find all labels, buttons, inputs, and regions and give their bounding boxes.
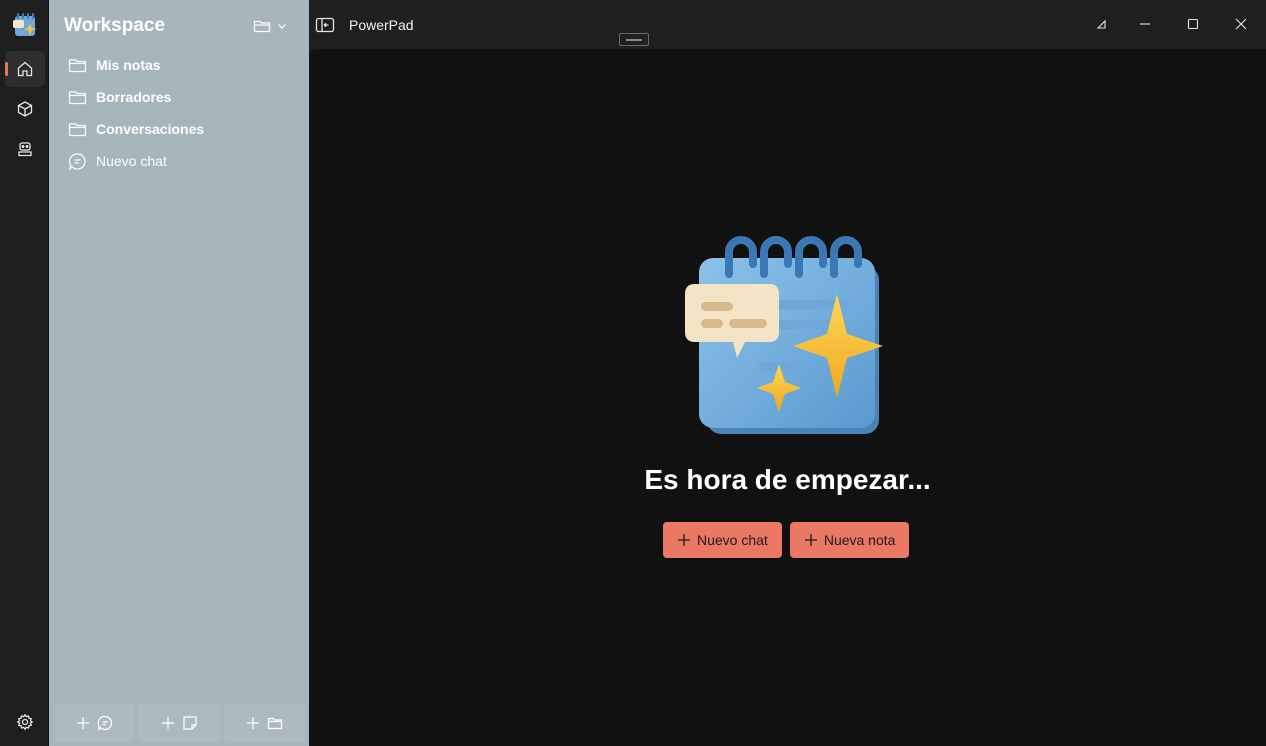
navigation-rail [0, 0, 49, 746]
main-content: Es hora de empezar... Nuevo chat Nueva n… [309, 49, 1266, 746]
rail-models-button[interactable] [5, 91, 45, 127]
empty-state-actions: Nuevo chat Nueva nota [663, 522, 910, 558]
drag-handle[interactable] [619, 33, 649, 46]
workspace-folder-dropdown[interactable] [253, 14, 293, 38]
sidebar-item-mis-notas[interactable]: Mis notas [57, 49, 301, 81]
minimize-button[interactable] [1122, 0, 1168, 48]
minimize-icon [1140, 23, 1150, 25]
close-icon [1235, 18, 1247, 30]
notepad-sparkles-illustration [685, 236, 883, 434]
new-folder-icon [268, 717, 283, 730]
folder-icon [68, 90, 87, 104]
rail-agents-button[interactable] [5, 131, 45, 167]
resize-corner-icon [1096, 19, 1106, 29]
workspace-tree: Mis notas Borradores Conversaciones Nuev… [57, 49, 301, 177]
add-folder-button[interactable] [223, 704, 305, 742]
close-button[interactable] [1218, 0, 1264, 48]
sidebar-item-nuevo-chat[interactable]: Nuevo chat [57, 145, 301, 177]
gear-icon [16, 713, 34, 731]
plus-icon [161, 717, 174, 729]
new-note-icon [183, 716, 197, 730]
robot-icon [18, 142, 32, 157]
folder-icon [68, 58, 87, 72]
title-bar: PowerPad [309, 0, 1266, 49]
maximize-button[interactable] [1170, 0, 1216, 48]
chat-icon [68, 152, 86, 171]
new-note-label: Nueva nota [823, 532, 896, 548]
plus-icon [678, 534, 690, 546]
chevron-down-icon [278, 24, 286, 29]
new-chat-label: Nuevo chat [697, 532, 768, 548]
rail-home-button[interactable] [5, 51, 45, 87]
sidebar-item-conversaciones[interactable]: Conversaciones [57, 113, 301, 145]
app-logo [13, 13, 37, 36]
sidebar-title: Workspace [64, 15, 166, 36]
empty-state-heading: Es hora de empezar... [644, 464, 931, 495]
sidebar-footer [49, 700, 309, 746]
sidebar-item-label: Nuevo chat [96, 153, 167, 169]
workspace-sidebar: Workspace Mis notas Borradores Conversac… [49, 0, 309, 746]
sidebar-item-label: Mis notas [96, 57, 161, 73]
sidebar-toggle-icon[interactable] [315, 15, 335, 35]
settings-button[interactable] [5, 704, 45, 740]
compact-overlay-button[interactable] [1078, 0, 1124, 48]
add-note-button[interactable] [138, 704, 220, 742]
cube-icon [17, 101, 33, 117]
new-note-button[interactable]: Nueva nota [789, 522, 910, 558]
new-chat-button[interactable]: Nuevo chat [663, 522, 782, 558]
home-icon [17, 61, 33, 77]
window-title: PowerPad [349, 17, 414, 33]
plus-icon [76, 717, 89, 729]
plus-icon [247, 717, 260, 729]
sidebar-item-borradores[interactable]: Borradores [57, 81, 301, 113]
plus-icon [804, 534, 817, 546]
new-chat-icon [97, 715, 112, 731]
folder-icon [253, 20, 271, 33]
sidebar-item-label: Conversaciones [96, 121, 205, 137]
maximize-icon [1187, 18, 1199, 30]
add-chat-button[interactable] [53, 704, 135, 742]
sidebar-item-label: Borradores [96, 89, 172, 105]
folder-icon [68, 122, 87, 136]
